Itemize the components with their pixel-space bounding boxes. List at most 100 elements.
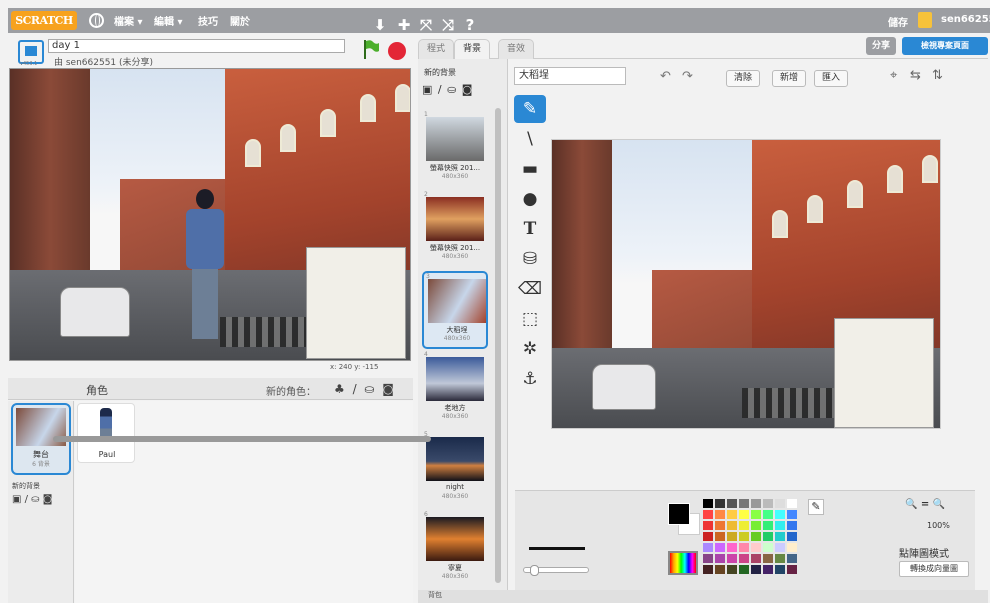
canvas-horizontal-scrollbar[interactable] <box>53 436 431 442</box>
color-swatch[interactable] <box>775 554 785 563</box>
see-project-page-button[interactable]: 檢視專案頁面 <box>902 37 988 55</box>
backdrop-list-scrollbar[interactable] <box>495 108 501 583</box>
color-swatch[interactable] <box>787 554 797 563</box>
color-palette[interactable] <box>703 499 799 579</box>
eraser-tool-icon[interactable]: ⌫ <box>514 275 546 303</box>
color-swatch[interactable] <box>715 554 725 563</box>
color-swatch[interactable] <box>727 554 737 563</box>
flip-horizontal-icon[interactable]: ⇆ <box>910 68 921 83</box>
color-swatch[interactable] <box>739 499 749 508</box>
select-tool-icon[interactable]: ⬚ <box>514 305 546 333</box>
color-swatch[interactable] <box>775 532 785 541</box>
color-swatch[interactable] <box>775 510 785 519</box>
text-tool-icon[interactable]: T <box>514 215 546 243</box>
scratch-logo[interactable]: SCRATCH <box>11 11 77 30</box>
color-swatch[interactable] <box>739 565 749 574</box>
color-swatch[interactable] <box>751 565 761 574</box>
color-swatch[interactable] <box>727 499 737 508</box>
color-swatch[interactable] <box>715 510 725 519</box>
color-swatch[interactable] <box>775 499 785 508</box>
set-costume-center-icon[interactable]: ⌖ <box>890 68 897 83</box>
color-swatch[interactable] <box>703 554 713 563</box>
color-swatch[interactable] <box>715 565 725 574</box>
rectangle-tool-icon[interactable]: ▬ <box>514 155 546 183</box>
color-swatch[interactable] <box>787 510 797 519</box>
new-backdrop-icons[interactable]: ▣ / ⛀ ◙ <box>12 494 52 505</box>
color-swatch[interactable] <box>751 532 761 541</box>
tab-sounds[interactable]: 音效 <box>498 39 535 59</box>
color-swatch[interactable] <box>727 543 737 552</box>
color-spectrum-button[interactable] <box>668 551 698 575</box>
color-swatch[interactable] <box>763 510 773 519</box>
color-swatch[interactable] <box>727 532 737 541</box>
import-button[interactable]: 匯入 <box>814 70 848 87</box>
username[interactable]: sen662551 <box>941 14 990 25</box>
color-swatch[interactable] <box>739 554 749 563</box>
redo-icon[interactable]: ↷ <box>682 69 693 84</box>
color-swatch[interactable] <box>703 521 713 530</box>
new-sprite-icons[interactable]: ♣ / ⛀ ◙ <box>334 382 396 396</box>
menu-tips[interactable]: 技巧 <box>198 13 218 28</box>
color-swatch[interactable] <box>739 510 749 519</box>
color-swatch[interactable] <box>775 565 785 574</box>
backdrop-item[interactable]: 5 night 480x360 <box>422 431 488 509</box>
backdrop-item[interactable]: 6 寧夏 480x360 <box>422 511 488 589</box>
color-swatch[interactable] <box>715 521 725 530</box>
save-button[interactable]: 儲存 <box>888 14 908 29</box>
color-swatch[interactable] <box>751 510 761 519</box>
project-title-input[interactable]: day 1 <box>48 39 345 53</box>
color-swatch[interactable] <box>715 532 725 541</box>
language-globe-icon[interactable] <box>89 13 104 28</box>
backdrop-add-tools[interactable]: ▣ / ⛀ ◙ <box>422 83 473 96</box>
color-swatch[interactable] <box>775 543 785 552</box>
menu-edit[interactable]: 編輯 ▾ <box>154 13 183 28</box>
select-remove-background-icon[interactable]: ✲ <box>514 335 546 363</box>
stage-canvas[interactable] <box>9 68 411 361</box>
zoom-controls[interactable]: 🔍 = 🔍 <box>905 499 945 510</box>
color-swatch[interactable] <box>739 532 749 541</box>
flip-vertical-icon[interactable]: ⇅ <box>932 68 943 83</box>
color-swatch[interactable] <box>763 554 773 563</box>
color-swatch[interactable] <box>739 521 749 530</box>
menu-file[interactable]: 檔案 ▾ <box>114 13 143 28</box>
color-swatch[interactable] <box>751 554 761 563</box>
color-swatch[interactable] <box>703 499 713 508</box>
color-swatch[interactable] <box>775 521 785 530</box>
my-stuff-folder-icon[interactable] <box>918 12 932 28</box>
color-swatch[interactable] <box>739 543 749 552</box>
menu-about[interactable]: 關於 <box>230 13 250 28</box>
color-swatch[interactable] <box>787 521 797 530</box>
line-width-slider[interactable] <box>523 565 589 576</box>
color-swatch[interactable] <box>787 499 797 508</box>
backdrop-item[interactable]: 1 螢幕快照 201... 480x360 <box>422 111 488 189</box>
undo-icon[interactable]: ↶ <box>660 69 671 84</box>
green-flag-icon[interactable] <box>363 39 379 59</box>
color-swatch[interactable] <box>727 521 737 530</box>
color-swatch[interactable] <box>751 499 761 508</box>
color-swatch[interactable] <box>763 565 773 574</box>
backdrop-item-selected[interactable]: 3 大稻埕 480x360 <box>422 271 488 349</box>
color-swatch[interactable] <box>751 543 761 552</box>
tab-scripts[interactable]: 程式 <box>418 39 455 59</box>
stamp-tool-icon[interactable]: ⚓ <box>514 365 546 393</box>
convert-to-vector-button[interactable]: 轉換成向量圖 <box>899 561 969 577</box>
add-button[interactable]: 新增 <box>772 70 806 87</box>
color-swatch[interactable] <box>715 543 725 552</box>
color-swatch[interactable] <box>763 521 773 530</box>
fill-tool-icon[interactable]: ⛁ <box>514 245 546 273</box>
color-swatch[interactable] <box>703 543 713 552</box>
color-swatch[interactable] <box>703 510 713 519</box>
eyedropper-icon[interactable]: ✎ <box>808 499 824 515</box>
clear-button[interactable]: 清除 <box>726 70 760 87</box>
color-swatch[interactable] <box>703 565 713 574</box>
backdrop-item[interactable]: 2 螢幕快照 201... 480x360 <box>422 191 488 269</box>
color-swatch[interactable] <box>763 499 773 508</box>
sprite-paul[interactable] <box>180 189 230 349</box>
color-swatch[interactable] <box>787 565 797 574</box>
backdrop-item[interactable]: 4 老地方 480x360 <box>422 351 488 429</box>
paint-canvas[interactable] <box>551 139 941 429</box>
color-swatch[interactable] <box>727 510 737 519</box>
color-swatch[interactable] <box>751 521 761 530</box>
ellipse-tool-icon[interactable]: ● <box>514 185 546 213</box>
color-swatch[interactable] <box>715 499 725 508</box>
